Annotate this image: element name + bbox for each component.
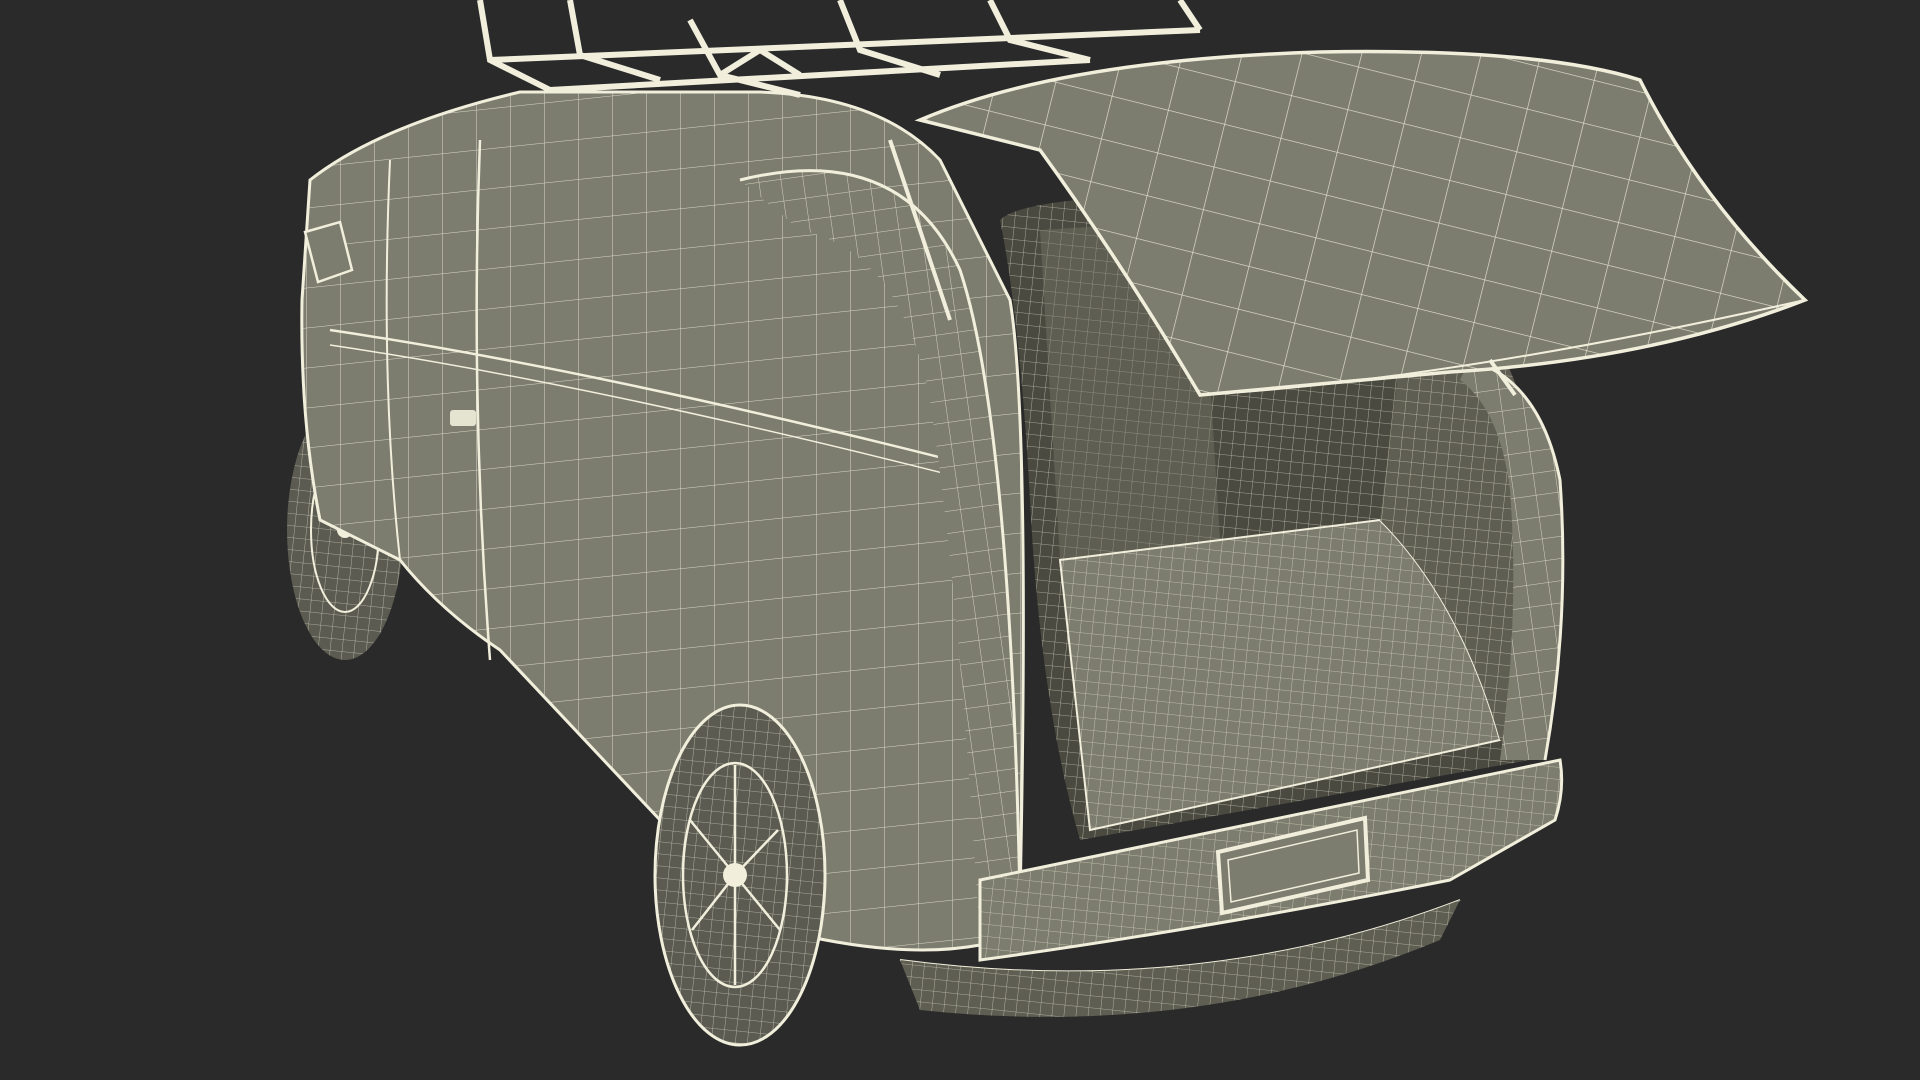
- van-wireframe-scene: [287, 0, 1809, 1047]
- render-viewport: [0, 0, 1920, 1080]
- near-wheel: [653, 703, 827, 1047]
